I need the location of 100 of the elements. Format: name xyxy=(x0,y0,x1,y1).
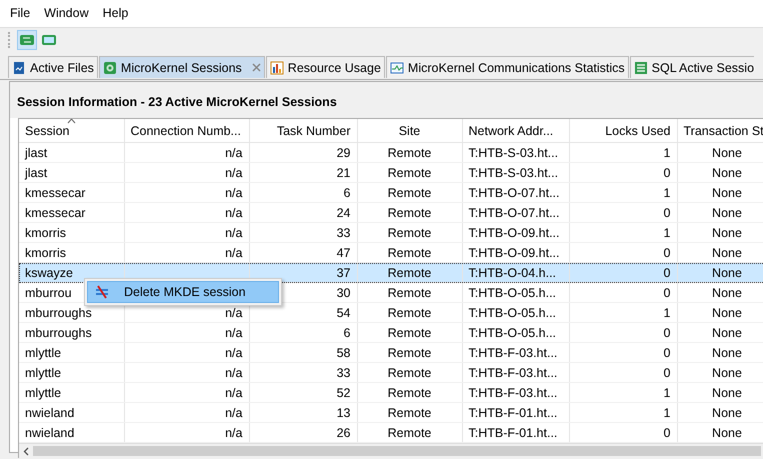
table-cell: Remote xyxy=(388,386,432,400)
table-cell: T:HTB-F-03.ht... xyxy=(468,366,558,380)
table-cell: 0 xyxy=(664,326,670,340)
table-cell: 0 xyxy=(664,366,670,380)
scroll-left-icon[interactable] xyxy=(23,446,29,456)
table-cell: T:HTB-S-03.ht... xyxy=(468,146,558,160)
table-cell: Remote xyxy=(388,266,432,280)
table-cell: 37 xyxy=(336,266,350,280)
table-cell: None xyxy=(712,346,742,360)
column-header[interactable]: Locks Used xyxy=(569,119,677,142)
column-header[interactable]: Connection Numb... xyxy=(124,119,249,142)
table-cell: mburrou xyxy=(25,286,72,300)
table-cell: None xyxy=(712,186,742,200)
table-cell: kmorris xyxy=(25,226,66,240)
table-cell: n/a xyxy=(225,166,242,180)
table-cell: 47 xyxy=(336,246,350,260)
table-cell: None xyxy=(712,366,742,380)
table-cell: Remote xyxy=(388,306,432,320)
table-cell: T:HTB-F-03.ht... xyxy=(468,386,558,400)
table-cell: T:HTB-F-01.ht... xyxy=(468,426,558,440)
table-cell: 24 xyxy=(336,206,350,220)
table-cell: 0 xyxy=(664,286,670,300)
column-header[interactable]: Site xyxy=(357,119,462,142)
tab[interactable]: Resource Usage xyxy=(266,56,385,78)
table-cell: 29 xyxy=(336,146,350,160)
table-cell: n/a xyxy=(225,386,242,400)
table-cell: T:HTB-O-07.ht... xyxy=(468,186,560,200)
table-cell: 58 xyxy=(336,346,350,360)
table-cell: None xyxy=(712,166,742,180)
table-cell: 0 xyxy=(664,346,670,360)
table-cell: T:HTB-O-09.ht... xyxy=(468,246,560,260)
table-cell: 0 xyxy=(664,266,670,280)
table-cell: None xyxy=(712,246,742,260)
table-cell: None xyxy=(712,226,742,240)
table-cell: 1 xyxy=(664,146,670,160)
column-header[interactable]: Task Number xyxy=(249,119,357,142)
table-cell: 21 xyxy=(336,166,350,180)
menu-item[interactable]: File xyxy=(10,6,30,24)
table-cell: Remote xyxy=(388,366,432,380)
table-cell: T:HTB-O-04.h... xyxy=(468,266,556,280)
table-cell: 52 xyxy=(336,386,350,400)
tab[interactable]: Active Files xyxy=(8,56,98,78)
table-cell: None xyxy=(712,286,742,300)
table-cell: 30 xyxy=(336,286,350,300)
table-cell: Remote xyxy=(388,146,432,160)
table-cell: kmessecar xyxy=(25,186,86,200)
table-cell: None xyxy=(712,426,742,440)
close-icon[interactable] xyxy=(252,63,261,72)
table-cell: None xyxy=(712,206,742,220)
tab[interactable]: MicroKernel Communications Statistics xyxy=(386,56,629,78)
menu-item[interactable]: Window xyxy=(44,6,89,24)
table-cell: n/a xyxy=(225,186,242,200)
menu-item[interactable]: Delete MKDE session xyxy=(87,281,279,303)
table-cell: Remote xyxy=(388,206,432,220)
table-cell: T:HTB-S-03.ht... xyxy=(468,166,558,180)
table-cell: 33 xyxy=(336,366,350,380)
table-cell: T:HTB-O-09.ht... xyxy=(468,226,560,240)
table-cell: n/a xyxy=(225,366,242,380)
table-cell: 0 xyxy=(664,426,670,440)
table-cell: None xyxy=(712,406,742,420)
table-cell: 0 xyxy=(664,166,670,180)
table-cell: T:HTB-O-05.h... xyxy=(468,306,556,320)
tab[interactable]: MicroKernel Sessions xyxy=(98,56,265,78)
table-cell: n/a xyxy=(225,326,242,340)
table-cell: n/a xyxy=(225,226,242,240)
table-cell: T:HTB-O-07.ht... xyxy=(468,206,560,220)
bar-chart-icon xyxy=(270,60,284,74)
table-cell: Remote xyxy=(388,346,432,360)
table-cell: 0 xyxy=(664,246,670,260)
table-cell: T:HTB-O-05.h... xyxy=(468,286,556,300)
horizontal-scrollbar[interactable] xyxy=(19,443,763,458)
table-cell: 6 xyxy=(344,326,350,340)
table-cell: Remote xyxy=(388,326,432,340)
table-cell: None xyxy=(712,326,742,340)
table-cell: Remote xyxy=(388,286,432,300)
table-cell: n/a xyxy=(225,146,242,160)
menu-item[interactable]: Help xyxy=(102,6,128,24)
table-cell: 1 xyxy=(664,306,670,320)
column-header[interactable]: Network Addr... xyxy=(462,119,569,142)
tab[interactable]: SQL Active Sessio xyxy=(630,56,754,78)
table-cell: Remote xyxy=(388,226,432,240)
table-cell: n/a xyxy=(225,406,242,420)
table-cell: 0 xyxy=(664,206,670,220)
table-cell: 13 xyxy=(336,406,350,420)
table-cell: Remote xyxy=(388,166,432,180)
table-cell: T:HTB-O-05.h... xyxy=(468,326,556,340)
table-cell: 26 xyxy=(336,426,350,440)
table-cell: kmorris xyxy=(25,246,66,260)
table-cell: T:HTB-F-01.ht... xyxy=(468,406,558,420)
table-cell: kswayze xyxy=(25,266,73,280)
table-cell: n/a xyxy=(225,246,242,260)
panel-title: Session Information - 23 Active MicroKernel Sessions xyxy=(10,82,763,118)
table-cell: Remote xyxy=(388,246,432,260)
table-cell: Remote xyxy=(388,426,432,440)
table-cell: mburroughs xyxy=(25,326,92,340)
table-cell: 1 xyxy=(664,406,670,420)
delete-arrows-icon xyxy=(94,284,110,300)
column-header[interactable]: Session xyxy=(19,119,124,142)
table-cell: n/a xyxy=(225,306,242,320)
toolbar-button[interactable] xyxy=(17,30,37,50)
